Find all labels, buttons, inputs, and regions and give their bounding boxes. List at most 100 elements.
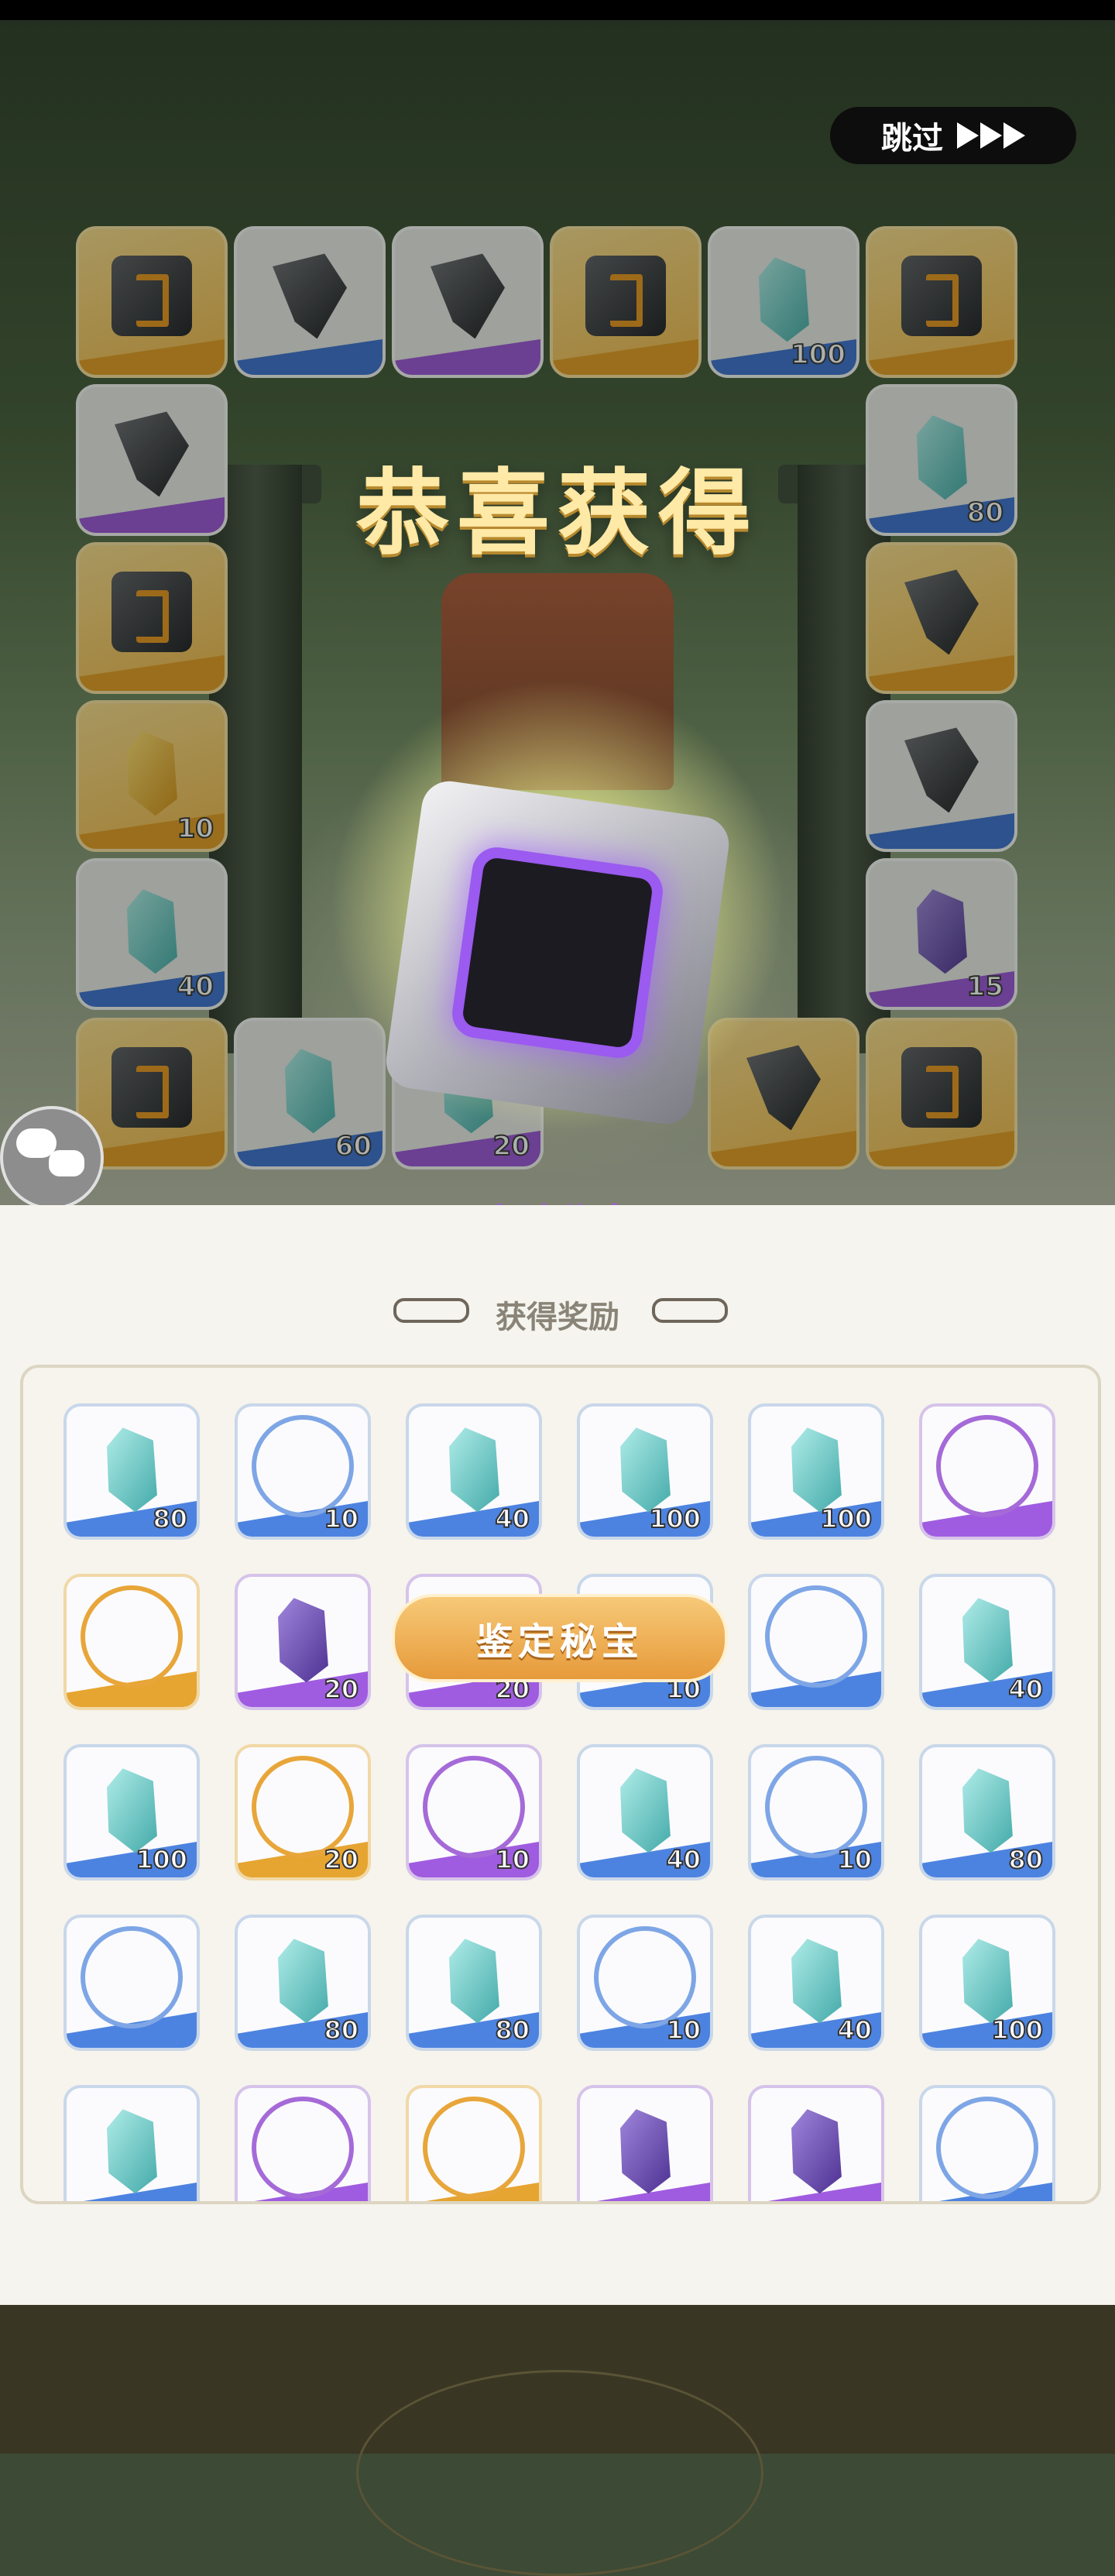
reward-item[interactable]: 40 [919, 1574, 1055, 1710]
reward-item[interactable]: 40 [748, 1915, 884, 2051]
cube-fragment-icon [904, 727, 979, 813]
item-count: 40 [177, 970, 214, 1003]
reward-item[interactable] [577, 2085, 713, 2201]
reward-item[interactable]: 80 [919, 1744, 1055, 1880]
congrats-title: 恭喜获得 [356, 460, 759, 568]
treasure-cube-icon [112, 256, 192, 337]
reward-item[interactable]: 100 [577, 1403, 713, 1540]
reward-item[interactable]: 40 [406, 1403, 542, 1540]
reward-item[interactable] [748, 1574, 884, 1710]
cube-fragment-icon [273, 253, 347, 339]
treasure-cube-icon [901, 1047, 982, 1128]
violet-crystal-icon [780, 2104, 851, 2198]
violet-crystal-icon [906, 884, 976, 978]
reward-item[interactable]: 100 [63, 1744, 200, 1880]
reward-item[interactable]: 40 [577, 1744, 713, 1880]
reward-item[interactable]: 10 [748, 1744, 884, 1880]
medallion-icon [423, 1756, 525, 1859]
medallion-icon [936, 2097, 1038, 2200]
item-count: 40 [1007, 1674, 1044, 1705]
treasure-cube-icon [112, 1047, 192, 1128]
teal-crystal-icon [96, 2104, 166, 2198]
item-count: 20 [323, 1844, 359, 1875]
rewards-title: 获得奖励 [496, 1300, 619, 1335]
reel-item: 100 [708, 226, 859, 378]
medallion-icon [765, 1585, 867, 1688]
teal-crystal-icon [748, 252, 818, 346]
item-count: 10 [836, 1844, 873, 1875]
reel-item [76, 226, 228, 378]
right-ornament [652, 1298, 728, 1323]
chat-button[interactable] [0, 1106, 104, 1210]
medallion-icon [936, 1415, 1038, 1518]
reward-item[interactable] [919, 1403, 1055, 1540]
status-bar [0, 0, 1115, 20]
reward-item[interactable]: 20 [235, 1574, 371, 1710]
item-count: 100 [990, 2014, 1044, 2045]
reward-item[interactable] [63, 1915, 200, 2051]
reel-item [866, 700, 1017, 852]
medallion-icon [252, 1415, 354, 1518]
reel-item: 15 [866, 858, 1017, 1010]
chat-bubbles-icon [16, 1128, 87, 1180]
reward-item[interactable]: 80 [406, 1915, 542, 2051]
reward-item[interactable]: 80 [63, 1403, 200, 1540]
item-count: 40 [494, 1503, 530, 1534]
skip-label: 跳过 [881, 121, 943, 156]
reel-item [866, 1018, 1017, 1170]
teal-crystal-icon [96, 1763, 166, 1857]
item-count: 10 [494, 1844, 530, 1875]
teal-crystal-icon [438, 1422, 509, 1516]
reward-item[interactable] [748, 2085, 884, 2201]
teal-crystal-icon [609, 1763, 680, 1857]
item-count: 10 [177, 812, 214, 845]
teal-crystal-icon [952, 1592, 1022, 1687]
appraise-treasure-button[interactable]: 鉴定秘宝 [392, 1594, 728, 1682]
reward-item[interactable]: 20 [235, 1744, 371, 1880]
reward-item[interactable]: 10 [406, 1744, 542, 1880]
teal-crystal-icon [952, 1763, 1022, 1857]
cube-fragment-icon [431, 253, 505, 339]
violet-crystal-icon [267, 1592, 338, 1687]
reward-item[interactable]: 10 [577, 1915, 713, 2051]
item-count: 10 [665, 2014, 702, 2045]
item-count: 40 [665, 1844, 702, 1875]
teal-crystal-icon [96, 1422, 166, 1516]
medallion-icon [81, 1585, 183, 1688]
footer-emblem [356, 2370, 763, 2576]
item-count: 80 [152, 1503, 188, 1534]
item-count: 100 [135, 1844, 188, 1875]
medallion-icon [423, 2097, 525, 2200]
reward-item[interactable] [919, 2085, 1055, 2201]
teal-crystal-icon [952, 1933, 1022, 2028]
teal-crystal-icon [609, 1422, 680, 1516]
medallion-icon [252, 2097, 354, 2200]
reward-item[interactable] [406, 2085, 542, 2201]
reward-item[interactable] [63, 2085, 200, 2201]
reel-item [550, 226, 702, 378]
reward-item[interactable]: 100 [748, 1403, 884, 1540]
item-count: 20 [323, 1674, 359, 1705]
medallion-icon [252, 1756, 354, 1859]
item-count: 100 [819, 1503, 873, 1534]
reward-item[interactable]: 100 [919, 1915, 1055, 2051]
item-count: 80 [1007, 1844, 1044, 1875]
treasure-cube-icon [112, 572, 192, 653]
item-count: 20 [492, 1130, 530, 1163]
medallion-icon [594, 1926, 696, 2029]
medallion-icon [81, 1926, 183, 2029]
reward-item[interactable]: 10 [235, 1403, 371, 1540]
medallion-icon [765, 1756, 867, 1859]
reward-item[interactable] [235, 2085, 371, 2201]
item-count: 100 [648, 1503, 702, 1534]
rewards-panel[interactable]: 80 10 40 100 100 20 20 10 40 100 20 10 40 10 80 80 80 10 4… [20, 1365, 1101, 2204]
treasure-cube-icon [901, 256, 982, 337]
cube-fragment-icon [904, 569, 979, 655]
teal-crystal-icon [267, 1933, 338, 2028]
skip-button[interactable]: 跳过 [830, 107, 1076, 164]
reward-item[interactable] [63, 1574, 200, 1710]
item-count: 80 [323, 2014, 359, 2045]
reward-item[interactable]: 80 [235, 1915, 371, 2051]
reel-item [234, 226, 386, 378]
reel-item [392, 226, 544, 378]
